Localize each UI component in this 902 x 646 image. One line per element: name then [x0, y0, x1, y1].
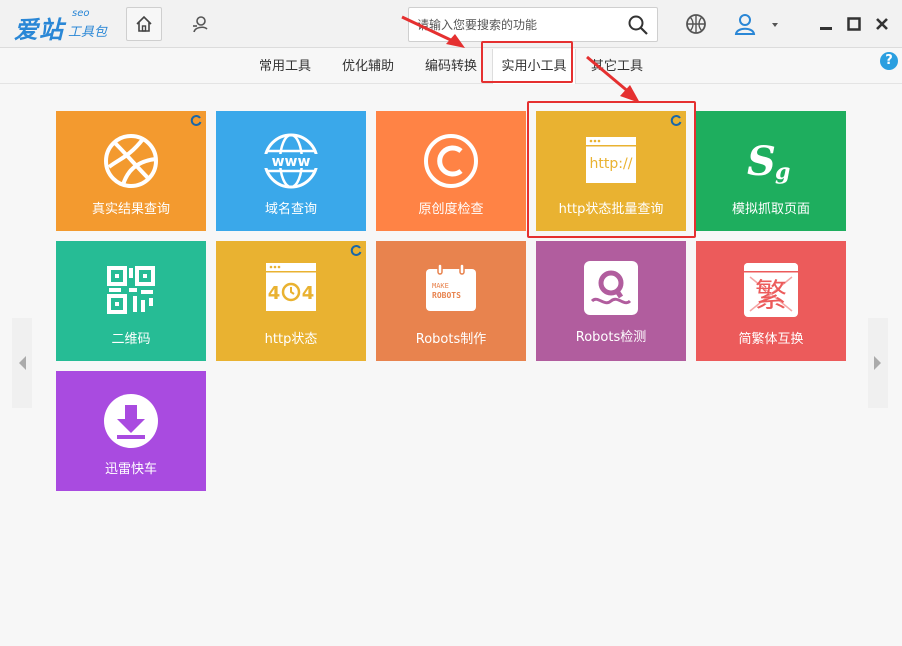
tile-label: Robots制作: [415, 332, 487, 347]
tile-thunder-download[interactable]: 迅雷快车: [56, 371, 206, 491]
tile-label: 原创度检查: [418, 202, 484, 217]
tab-bar: 常用工具 优化辅助 编码转换 实用小工具 其它工具 ?: [0, 49, 902, 84]
tile-label: Robots检测: [575, 330, 647, 345]
robots-check-icon: [584, 261, 638, 315]
download-icon: [104, 394, 158, 448]
svg-text:S: S: [747, 138, 776, 185]
qr-code-icon: [107, 266, 155, 314]
logo-seo-text: seo: [72, 8, 90, 19]
close-button[interactable]: [871, 12, 893, 36]
http-window-icon: http://: [586, 137, 636, 183]
help-icon[interactable]: ?: [880, 52, 898, 70]
tile-label: 迅雷快车: [104, 462, 157, 477]
chevron-right-icon: [874, 356, 881, 370]
make-text: MAKE: [432, 282, 449, 290]
svg-text:www: www: [272, 154, 311, 170]
svg-text:4: 4: [302, 283, 315, 304]
traditional-char-icon: 繁: [744, 263, 798, 317]
tile-real-result-query[interactable]: 真实结果查询: [56, 111, 206, 231]
tile-label: 域名查询: [264, 202, 317, 217]
minimize-icon: [820, 27, 832, 30]
maximize-icon: [847, 17, 861, 31]
chevron-left-icon: [19, 356, 26, 370]
minimize-button[interactable]: [815, 12, 837, 36]
tile-http-status[interactable]: 4 4 http状态: [216, 241, 366, 361]
maximize-button[interactable]: [843, 12, 865, 36]
dropdown-caret-icon[interactable]: [766, 12, 784, 36]
title-bar: 爱站 seo 工具包: [0, 0, 902, 48]
user-icon[interactable]: [733, 12, 757, 36]
svg-text:g: g: [775, 159, 790, 185]
tile-domain-query[interactable]: www 域名查询: [216, 111, 366, 231]
account-switch-button[interactable]: [182, 7, 218, 41]
tile-qr-code[interactable]: 二维码: [56, 241, 206, 361]
tile-label: http状态批量查询: [558, 202, 664, 217]
tab-other-tools[interactable]: 其它工具: [584, 49, 650, 84]
sg-icon: S g: [747, 138, 790, 185]
tile-label: 模拟抓取页面: [731, 202, 810, 217]
home-button[interactable]: [126, 7, 162, 41]
tile-http-status-batch[interactable]: http:// http状态批量查询: [536, 111, 686, 231]
search-input[interactable]: [417, 15, 627, 35]
close-icon: [876, 18, 888, 30]
search-box: [408, 7, 658, 42]
loading-icon: [350, 245, 362, 256]
next-page-button[interactable]: [868, 318, 888, 408]
tab-optimization[interactable]: 优化辅助: [335, 49, 401, 84]
tile-traditional-simplified[interactable]: 繁 简繁体互换: [696, 241, 846, 361]
search-icon[interactable]: [627, 14, 649, 36]
loading-icon: [670, 115, 682, 126]
error-404-icon: 4 4: [266, 263, 316, 311]
skin-icon[interactable]: [684, 12, 708, 36]
logo-main-text: 爱站: [14, 15, 64, 44]
tile-simulate-crawl[interactable]: S g 模拟抓取页面: [696, 111, 846, 231]
tile-label: 简繁体互换: [738, 332, 804, 347]
logo-sub-text: 工具包: [68, 25, 108, 40]
svg-text:http://: http://: [590, 156, 633, 172]
traditional-char-text: 繁: [755, 276, 787, 314]
tile-robots-check[interactable]: Robots检测: [536, 241, 686, 361]
basketball-icon: [104, 134, 158, 188]
user-switch-icon: [193, 16, 208, 33]
tile-label: http状态: [264, 332, 318, 347]
robots-text: ROBOTS: [432, 291, 461, 300]
www-globe-icon: www: [263, 133, 319, 189]
home-icon: [136, 15, 152, 32]
tile-robots-make[interactable]: MAKE ROBOTS Robots制作: [376, 241, 526, 361]
tile-label: 二维码: [111, 332, 151, 347]
make-robots-icon: MAKE ROBOTS: [426, 263, 476, 311]
tab-common-tools[interactable]: 常用工具: [252, 49, 318, 84]
svg-text:4: 4: [268, 283, 281, 304]
copyright-icon: [424, 134, 478, 188]
tile-label: 真实结果查询: [91, 202, 170, 217]
tab-encoding[interactable]: 编码转换: [418, 49, 484, 84]
loading-icon: [190, 115, 202, 126]
tab-utility-tools[interactable]: 实用小工具: [492, 49, 576, 84]
tile-originality-check[interactable]: 原创度检查: [376, 111, 526, 231]
prev-page-button[interactable]: [12, 318, 32, 408]
